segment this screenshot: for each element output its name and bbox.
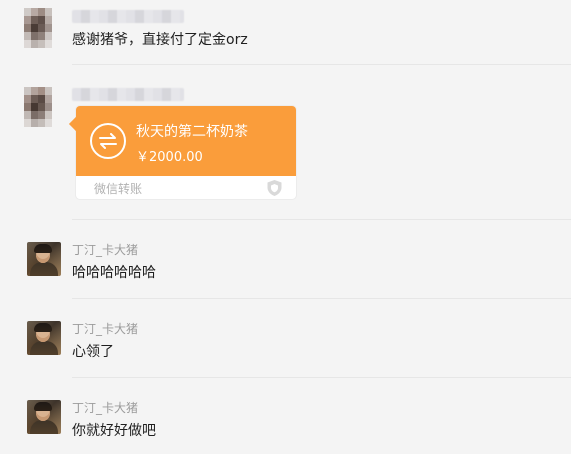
message-text: 感谢猪爷，直接付了定金orz [72, 32, 248, 48]
message-text: 心领了 [72, 344, 114, 360]
transfer-amount: ￥2000.00 [136, 150, 203, 165]
avatar-mosaic[interactable] [24, 8, 52, 48]
message-divider [72, 219, 571, 220]
sender-name-redacted [72, 88, 184, 101]
avatar[interactable] [27, 242, 61, 276]
transfer-title: 秋天的第二杯奶茶 [136, 124, 248, 140]
sender-name-redacted [72, 10, 184, 23]
message-text: 哈哈哈哈哈哈 [72, 265, 156, 281]
transfer-card[interactable]: 秋天的第二杯奶茶 ￥2000.00 微信转账 [68, 106, 296, 199]
message-divider [72, 377, 571, 378]
message-text: 你就好好做吧 [72, 423, 156, 439]
avatar-mosaic[interactable] [24, 87, 52, 127]
avatar[interactable] [27, 321, 61, 355]
shield-icon [267, 180, 282, 196]
message-divider [72, 64, 571, 65]
message-divider [72, 298, 571, 299]
transfer-label: 微信转账 [94, 182, 143, 196]
avatar[interactable] [27, 400, 61, 434]
sender-name: 丁汀_卡大猪 [72, 243, 139, 257]
transfer-arrows-icon [90, 123, 126, 159]
sender-name: 丁汀_卡大猪 [72, 322, 139, 336]
sender-name: 丁汀_卡大猪 [72, 401, 139, 415]
